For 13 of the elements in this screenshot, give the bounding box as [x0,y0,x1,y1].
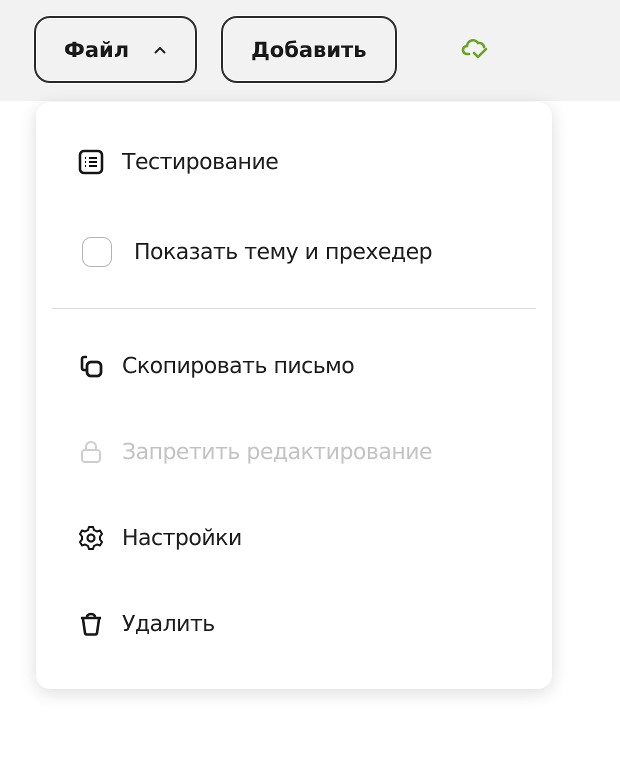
checkbox-item[interactable]: Показать тему и прехедер [36,204,552,300]
copy-icon [78,353,104,379]
add-button[interactable]: Добавить [221,16,397,83]
menu-item[interactable]: Настройки [36,495,552,581]
trash-icon [78,611,104,637]
file-menu-button[interactable]: Файл [34,16,198,83]
caret-icon [153,44,168,54]
settings-icon [78,525,104,551]
menu-item[interactable]: Тестирование [36,120,552,204]
menu-item[interactable]: Скопировать письмо [36,323,552,409]
menu-item[interactable]: Удалить [36,581,552,667]
list-icon [78,149,104,175]
lock-icon [78,439,104,465]
